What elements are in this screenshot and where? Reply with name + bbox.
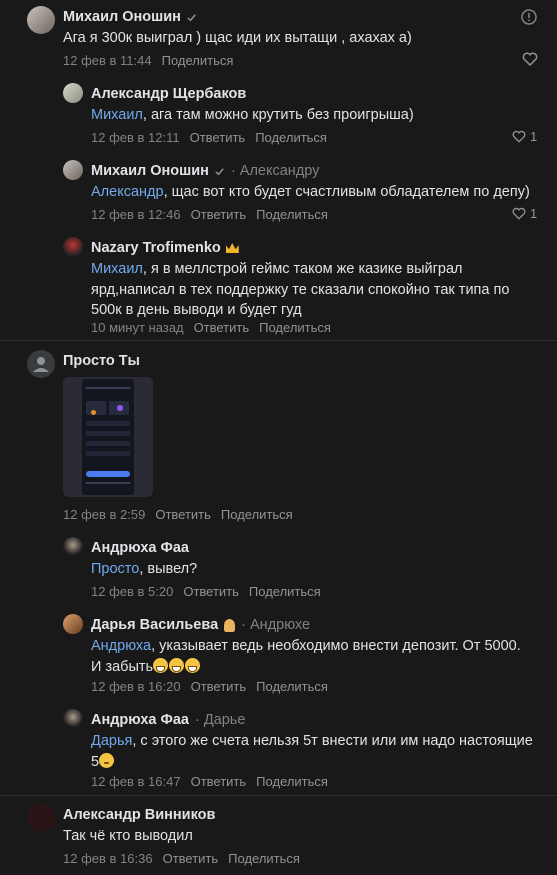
comment-text: Андрюха, указывает ведь необходимо внест… (91, 638, 521, 675)
heart-icon[interactable] (522, 52, 538, 66)
mention-link[interactable]: Михаил (91, 107, 143, 123)
reply-button[interactable]: Ответить (155, 507, 211, 522)
reply-to-label[interactable]: · Андрюхе (241, 617, 310, 633)
avatar[interactable] (63, 83, 83, 103)
grinning-emoji-icon (169, 657, 185, 673)
comment-text: Михаил, ага там можно крутить без проигр… (91, 107, 414, 123)
like-count: 1 (530, 129, 538, 144)
reply-to-label[interactable]: · Дарье (195, 712, 245, 728)
crown-icon (225, 243, 239, 254)
mention-link[interactable]: Андрюха (91, 638, 151, 654)
user-icon (33, 357, 49, 372)
comment-text: Михаил, я в меллстрой геймс таком же каз… (91, 261, 510, 318)
comment-author[interactable]: Дарья Васильева · Андрюхе (91, 617, 310, 633)
comment-author[interactable]: Андрюха Фаа (91, 540, 189, 556)
avatar[interactable] (27, 804, 55, 832)
comment-text: Просто, вывел? (91, 561, 198, 577)
comment-meta: 12 фев в 5:20 Ответить Поделиться (91, 584, 331, 599)
comment-meta: 12 фев в 2:59 Ответить Поделиться (63, 507, 303, 522)
attached-screenshot[interactable] (63, 377, 153, 497)
comment-time[interactable]: 12 фев в 12:11 (91, 130, 180, 145)
mention-link[interactable]: Дарья (91, 733, 132, 749)
heart-icon (512, 130, 526, 143)
comment-author[interactable]: Михаил Оношин · Александру (91, 163, 319, 179)
share-button[interactable]: Поделиться (256, 207, 328, 222)
reply-button[interactable]: Ответить (194, 320, 250, 335)
mention-link[interactable]: Просто (91, 561, 139, 577)
comment-author[interactable]: Александр Винников (63, 807, 215, 823)
comment-author[interactable]: Михаил Оношин (63, 9, 197, 25)
comment-text: Ага я 300к выиграл ) щас иди их вытащи ,… (63, 30, 412, 46)
reply-button[interactable]: Ответить (190, 130, 246, 145)
pray-icon (224, 618, 236, 632)
comment-time[interactable]: 10 минут назад (91, 320, 184, 335)
comment-text: Так чё кто выводил (63, 828, 193, 844)
comment-time[interactable]: 12 фев в 5:20 (91, 584, 173, 599)
thinking-emoji-icon (99, 752, 115, 768)
comment-meta: 12 фев в 12:11 Ответить Поделиться (91, 130, 337, 145)
reply-button[interactable]: Ответить (183, 584, 239, 599)
avatar[interactable] (27, 350, 55, 378)
like-button[interactable]: 1 (512, 129, 537, 144)
divider (0, 795, 557, 796)
comment-meta: 10 минут назад Ответить Поделиться (91, 320, 341, 335)
share-button[interactable]: Поделиться (259, 320, 331, 335)
share-button[interactable]: Поделиться (249, 584, 321, 599)
comment-meta: 12 фев в 12:46 Ответить Поделиться (91, 207, 338, 222)
share-button[interactable]: Поделиться (255, 130, 327, 145)
info-icon[interactable] (521, 9, 537, 25)
grinning-emoji-icon (153, 657, 169, 673)
comment-author[interactable]: Александр Щербаков (91, 86, 246, 102)
comment-meta: 12 фев в 16:36 Ответить Поделиться (63, 851, 310, 866)
share-button[interactable]: Поделиться (256, 774, 328, 789)
comment-meta: 12 фев в 16:47 Ответить Поделиться (91, 774, 338, 789)
comment-author[interactable]: Nazary Trofimenko (91, 240, 239, 256)
like-button[interactable]: 1 (512, 206, 537, 221)
comment-author[interactable]: Андрюха Фаа · Дарье (91, 712, 245, 728)
comment-text: Александр, щас вот кто будет счастливым … (91, 184, 530, 200)
comment-meta: 12 фев в 16:20 Ответить Поделиться (91, 679, 338, 694)
reply-button[interactable]: Ответить (191, 679, 247, 694)
reply-button[interactable]: Ответить (191, 774, 247, 789)
share-button[interactable]: Поделиться (256, 679, 328, 694)
heart-icon (512, 207, 526, 220)
verified-icon (215, 167, 224, 176)
comment-time[interactable]: 12 фев в 16:20 (91, 679, 181, 694)
divider (0, 340, 557, 341)
comment-author[interactable]: Просто Ты (63, 353, 140, 369)
like-count: 1 (530, 206, 538, 221)
grinning-emoji-icon (185, 657, 201, 673)
comment-time[interactable]: 12 фев в 16:36 (63, 851, 153, 866)
share-button[interactable]: Поделиться (228, 851, 300, 866)
share-button[interactable]: Поделиться (162, 53, 234, 68)
comment-time[interactable]: 12 фев в 16:47 (91, 774, 181, 789)
comment-time[interactable]: 12 фев в 2:59 (63, 507, 145, 522)
mention-link[interactable]: Александр (91, 184, 164, 200)
avatar[interactable] (63, 709, 83, 729)
verified-icon (187, 13, 196, 22)
avatar[interactable] (63, 237, 83, 257)
reply-button[interactable]: Ответить (163, 851, 219, 866)
reply-button[interactable]: Ответить (191, 207, 247, 222)
reply-to-label[interactable]: · Александру (231, 163, 320, 179)
share-button[interactable]: Поделиться (221, 507, 293, 522)
avatar[interactable] (63, 160, 83, 180)
avatar[interactable] (27, 6, 55, 34)
comment-meta: 12 фев в 11:44 Поделиться (63, 53, 243, 68)
comment-time[interactable]: 12 фев в 11:44 (63, 53, 152, 68)
avatar[interactable] (63, 614, 83, 634)
avatar[interactable] (63, 537, 83, 557)
mention-link[interactable]: Михаил (91, 261, 143, 277)
comment-text: Дарья, с этого же счета нельзя 5т внести… (91, 733, 533, 770)
comment-time[interactable]: 12 фев в 12:46 (91, 207, 181, 222)
